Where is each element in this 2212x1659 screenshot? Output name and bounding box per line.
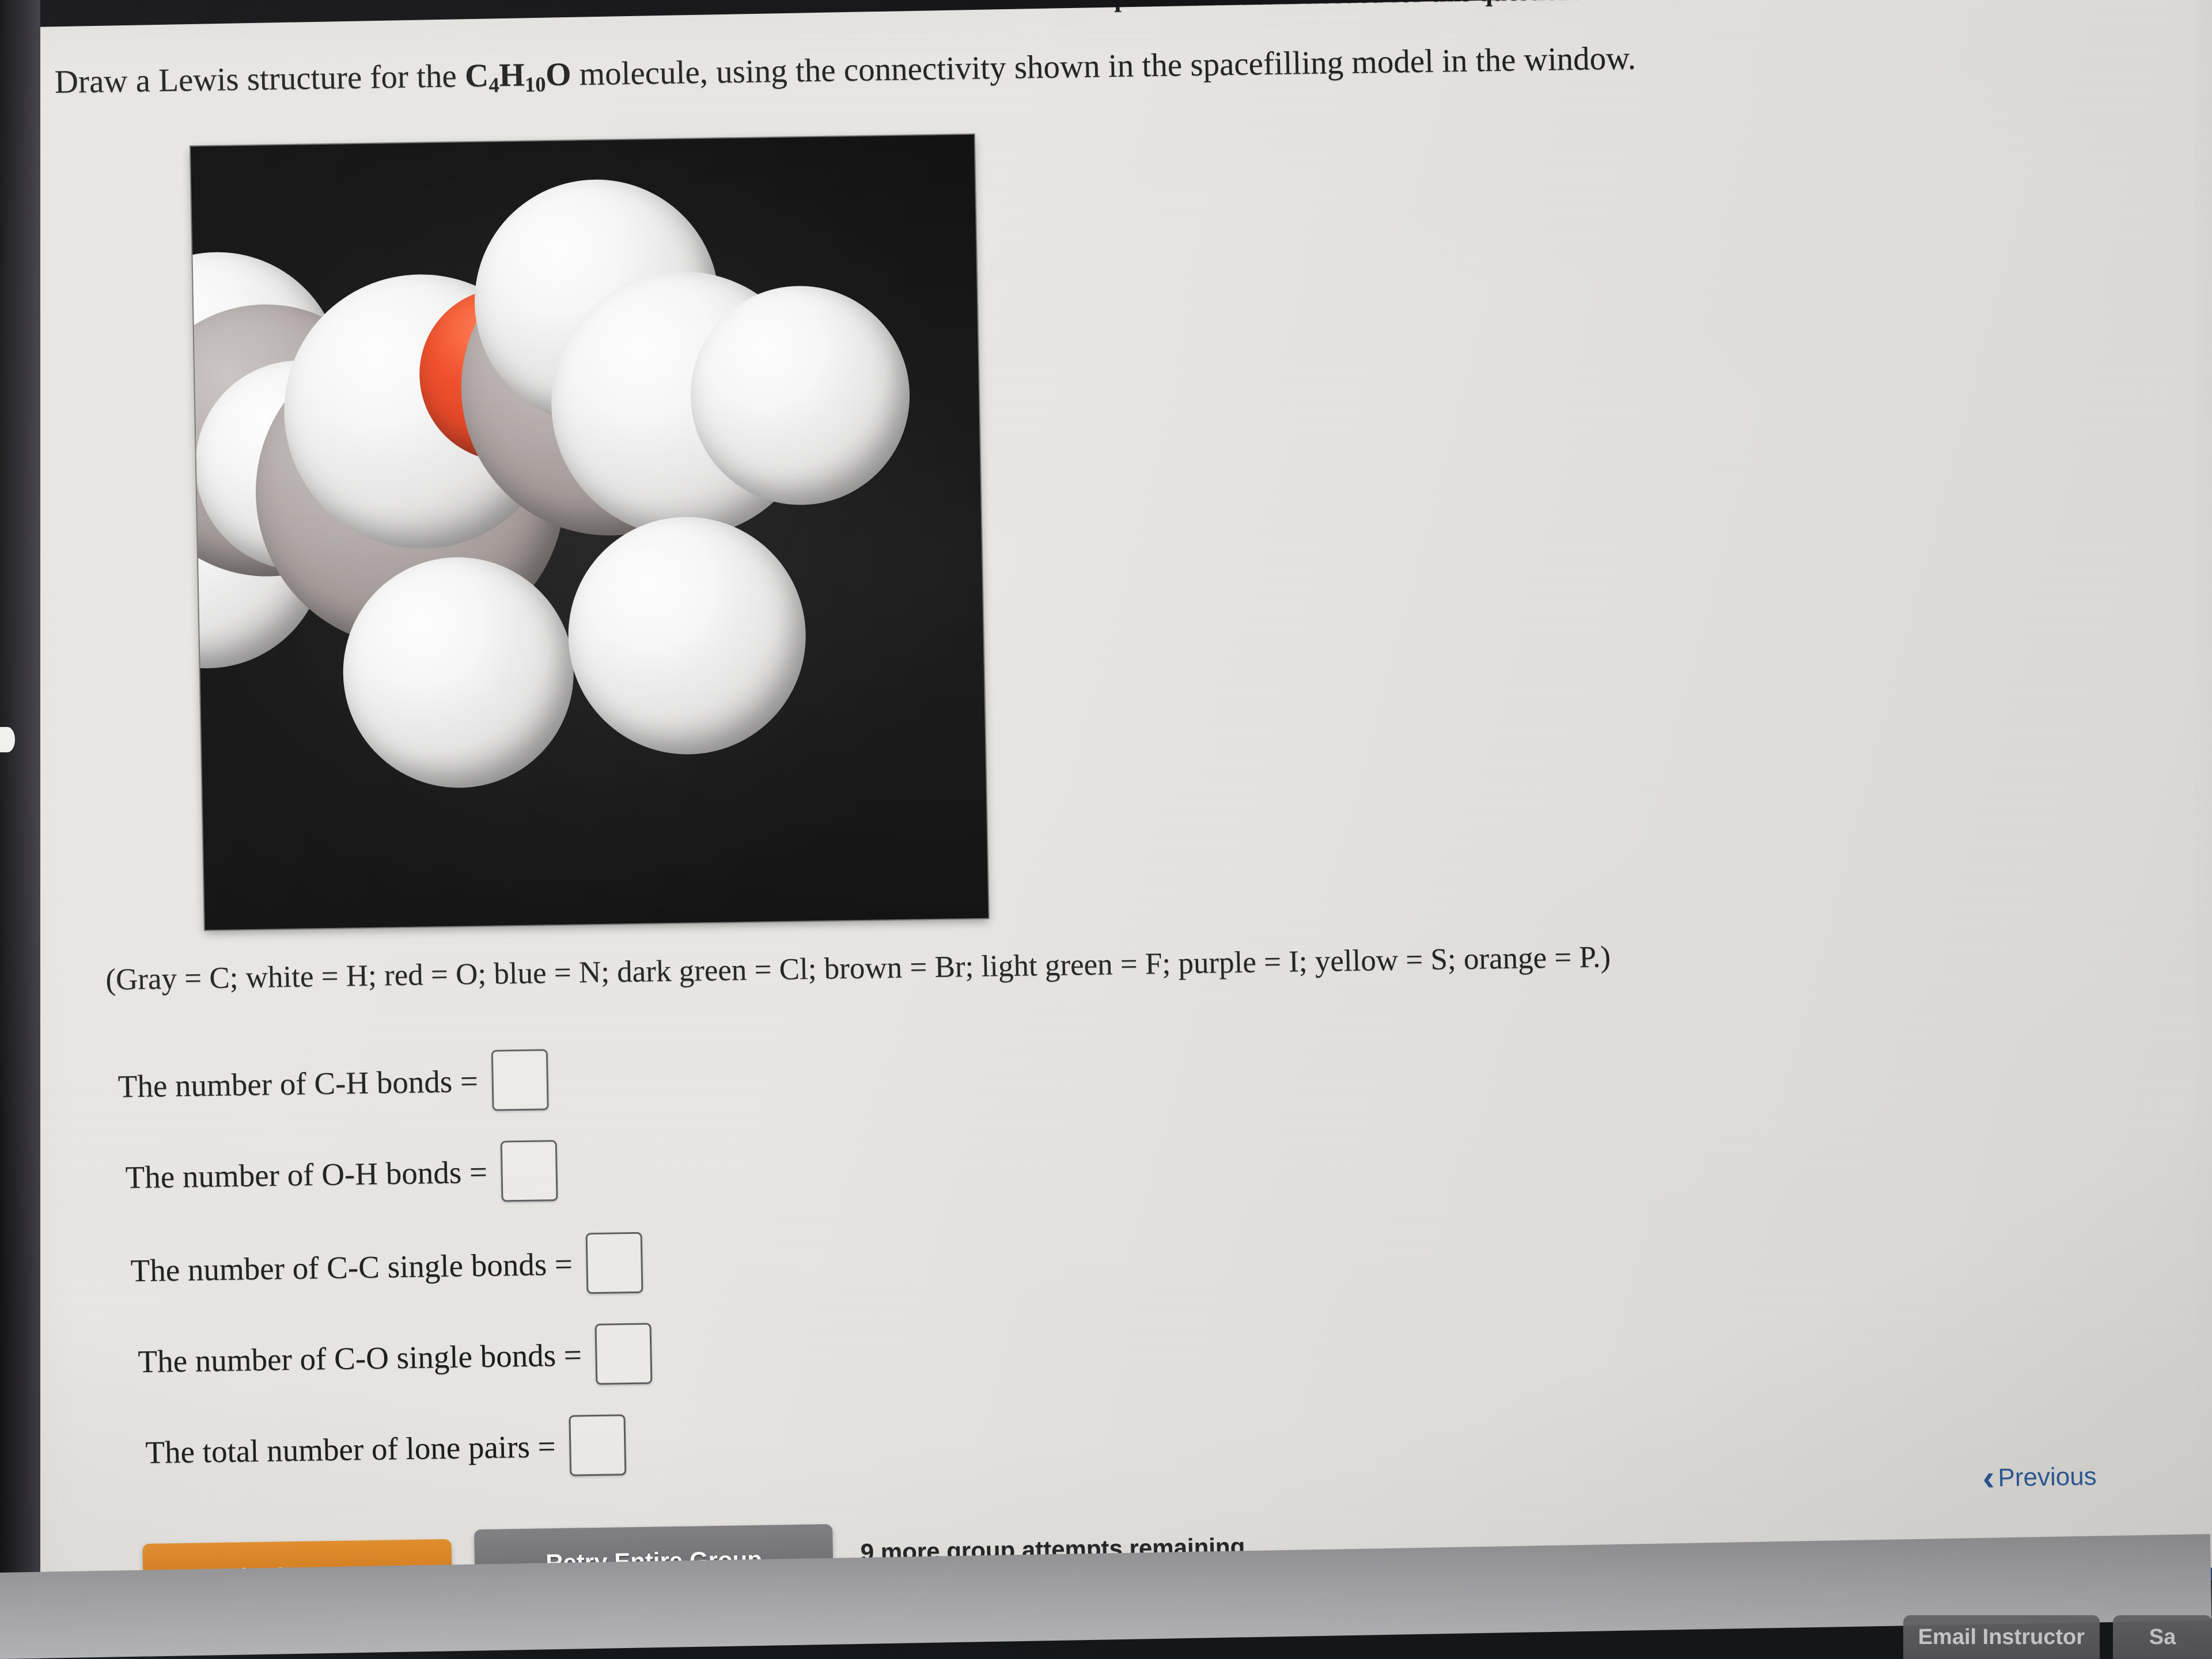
formula-carbon-count: 4 [488, 73, 500, 97]
atom-h [341, 555, 576, 790]
previous-button-label: Previous [1998, 1462, 2097, 1493]
formula-hydrogen-count: 10 [524, 72, 546, 96]
save-button[interactable]: Sa [2113, 1615, 2212, 1659]
formula-hydrogen: H [498, 56, 525, 94]
field-label: The number of C-C single bonds = [130, 1246, 573, 1288]
field-label: The number of C-H bonds = [118, 1063, 479, 1104]
email-instructor-button[interactable]: Email Instructor [1903, 1615, 2100, 1659]
laptop-bezel-left [0, 0, 40, 1659]
chevron-left-icon: ‹ [1982, 1458, 1995, 1498]
screen-edge-artifact [0, 727, 15, 752]
spacefilling-model-window[interactable] [190, 134, 988, 930]
formula-carbon: C [464, 57, 489, 94]
field-label: The number of O-H bonds = [125, 1154, 488, 1195]
answer-input-c-o-single-bonds[interactable] [594, 1323, 653, 1385]
question-prompt: Draw a Lewis structure for the C4H10O mo… [54, 39, 1636, 104]
answer-input-lone-pairs[interactable] [569, 1414, 627, 1476]
laptop-screen: Use the References to access important v… [0, 0, 2212, 1644]
molecular-formula: C4H10O [464, 56, 579, 97]
field-row-c-o-single-bonds: The number of C-O single bonds = [138, 1323, 653, 1392]
assignment-page: Use the References to access important v… [0, 0, 2212, 1644]
answer-input-c-h-bonds[interactable] [491, 1049, 549, 1111]
field-row-lone-pairs: The total number of lone pairs = [145, 1414, 627, 1483]
field-row-o-h-bonds: The number of O-H bonds = [125, 1139, 558, 1207]
screen-photograph: Use the References to access important v… [0, 0, 2212, 1659]
field-label: The total number of lone pairs = [145, 1428, 556, 1470]
field-row-c-c-single-bonds: The number of C-C single bonds = [130, 1232, 643, 1301]
molecule-stage[interactable] [190, 134, 988, 930]
formula-oxygen: O [545, 56, 572, 93]
field-row-c-h-bonds: The number of C-H bonds = [118, 1049, 549, 1116]
previous-button[interactable]: ‹ Previous [1982, 1458, 2097, 1498]
answer-input-o-h-bonds[interactable] [500, 1139, 558, 1202]
field-label: The number of C-O single bonds = [138, 1336, 582, 1379]
question-suffix: molecule, using the connectivity shown i… [579, 40, 1637, 93]
question-prefix: Draw a Lewis structure for the [54, 58, 457, 101]
atom-h [566, 515, 808, 756]
element-color-legend: (Gray = C; white = H; red = O; blue = N;… [105, 940, 1611, 997]
answer-input-c-c-single-bonds[interactable] [585, 1232, 643, 1294]
